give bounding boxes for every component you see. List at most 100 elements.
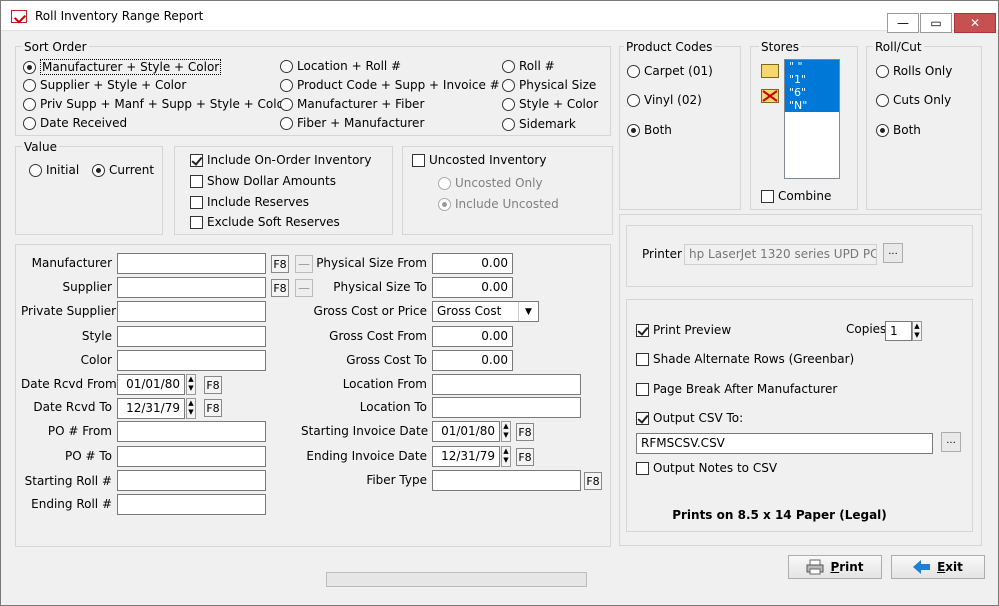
gross-cost-or-price-select[interactable]: Gross Cost ▼ [432, 301, 539, 322]
sort-option-supplier-style-color[interactable]: Supplier + Style + Color [23, 78, 186, 92]
ending-invoice-date-spinner[interactable]: ▲ ▼ [501, 446, 511, 467]
sort-option-roll[interactable]: Roll # [502, 59, 555, 73]
sort-option-priv-supp[interactable]: Priv Supp + Manf + Supp + Style + Color [23, 97, 289, 111]
store-item[interactable]: "1" [785, 73, 839, 86]
ending-invoice-date-calendar-button[interactable]: F8 [516, 448, 534, 466]
output-csv-checkbox[interactable]: Output CSV To: [636, 411, 743, 425]
sort-option-fiber-manufacturer[interactable]: Fiber + Manufacturer [280, 116, 424, 130]
checkbox-icon [190, 215, 203, 229]
location-from-input[interactable] [432, 374, 581, 395]
physical-size-to-label: Physical Size To [333, 280, 427, 294]
value-initial[interactable]: Initial [29, 163, 79, 177]
sort-option-label: Product Code + Supp + Invoice # [297, 78, 500, 92]
product-code-carpet[interactable]: Carpet (01) [627, 64, 713, 78]
sort-option-label: Roll # [519, 59, 555, 73]
checkbox-checked-icon [190, 153, 203, 167]
page-break-checkbox[interactable]: Page Break After Manufacturer [636, 382, 837, 396]
date-rcvd-to-calendar-button[interactable]: F8 [204, 399, 222, 417]
print-button[interactable]: Print [788, 555, 882, 579]
manufacturer-input[interactable] [117, 253, 266, 274]
sort-option-date-received[interactable]: Date Received [23, 116, 127, 130]
roll-cut-both[interactable]: Both [876, 123, 921, 137]
uncosted-option-label: Include Uncosted [455, 197, 559, 211]
printer-browse-button[interactable]: ... [883, 243, 903, 263]
gross-cost-to-input[interactable]: 0.00 [432, 350, 513, 371]
value-current[interactable]: Current [92, 163, 154, 177]
sort-option-manufacturer-fiber[interactable]: Manufacturer + Fiber [280, 97, 424, 111]
maximize-button[interactable]: ▭ [920, 13, 952, 33]
minimize-button[interactable]: — [887, 13, 919, 33]
app-logo-icon [11, 10, 27, 23]
fiber-type-label: Fiber Type [366, 473, 427, 487]
sort-option-product-code[interactable]: Product Code + Supp + Invoice # [280, 78, 500, 92]
shade-rows-checkbox[interactable]: Shade Alternate Rows (Greenbar) [636, 352, 854, 366]
uncosted-inventory-checkbox[interactable]: Uncosted Inventory [412, 153, 546, 167]
ending-invoice-date-input[interactable]: 12/31/79 [432, 446, 500, 467]
sort-option-sidemark[interactable]: Sidemark [502, 117, 576, 131]
output-notes-checkbox[interactable]: Output Notes to CSV [636, 461, 777, 475]
supplier-lookup-button[interactable]: F8 [271, 279, 289, 297]
roll-cut-rolls-only[interactable]: Rolls Only [876, 64, 952, 78]
po-to-input[interactable] [117, 446, 266, 467]
sort-option-physical-size[interactable]: Physical Size [502, 78, 596, 92]
date-rcvd-from-calendar-button[interactable]: F8 [204, 376, 222, 394]
csv-path-input[interactable]: RFMSCSV.CSV [636, 433, 933, 454]
combine-checkbox[interactable]: Combine [761, 189, 831, 203]
include-reserves-checkbox[interactable]: Include Reserves [190, 195, 309, 209]
roll-cut-cuts-only[interactable]: Cuts Only [876, 93, 951, 107]
checkbox-icon [636, 352, 649, 366]
copies-spinner[interactable]: ▲ ▼ [912, 321, 922, 341]
product-code-vinyl[interactable]: Vinyl (02) [627, 93, 702, 107]
include-on-order-checkbox[interactable]: Include On-Order Inventory [190, 153, 371, 167]
include-uncosted-radio[interactable]: Include Uncosted [438, 197, 559, 211]
color-input[interactable] [117, 350, 266, 371]
supplier-input[interactable] [117, 277, 266, 298]
product-code-both[interactable]: Both [627, 123, 672, 137]
starting-invoice-date-label: Starting Invoice Date [301, 424, 429, 438]
date-rcvd-to-spinner[interactable]: ▲ ▼ [186, 398, 196, 419]
physical-size-to-input[interactable]: 0.00 [432, 277, 513, 298]
checkbox-icon [412, 153, 425, 167]
fiber-type-lookup-button[interactable]: F8 [584, 472, 602, 490]
date-rcvd-from-spinner[interactable]: ▲ ▼ [186, 374, 196, 395]
private-supplier-input[interactable] [117, 301, 266, 322]
starting-invoice-date-calendar-button[interactable]: F8 [516, 423, 534, 441]
starting-roll-input[interactable] [117, 470, 266, 491]
radio-selected-icon [627, 123, 640, 137]
location-to-input[interactable] [432, 397, 581, 418]
csv-browse-button[interactable]: ... [941, 432, 961, 452]
sort-option-label: Manufacturer + Fiber [297, 97, 425, 111]
style-input[interactable] [117, 326, 266, 347]
store-item[interactable]: "6" [785, 86, 839, 99]
include-option-label: Show Dollar Amounts [207, 174, 336, 188]
show-dollar-amounts-checkbox[interactable]: Show Dollar Amounts [190, 174, 336, 188]
close-button[interactable]: ✕ [954, 13, 996, 33]
po-from-input[interactable] [117, 421, 266, 442]
date-rcvd-from-input[interactable]: 01/01/80 [117, 374, 185, 395]
copies-input[interactable]: 1 [885, 321, 912, 341]
printer-input[interactable]: hp LaserJet 1320 series UPD PCL 5 [684, 244, 877, 265]
stores-listbox[interactable]: " " "1" "6" "N" [784, 59, 840, 179]
manufacturer-lookup-button[interactable]: F8 [271, 255, 289, 273]
sort-option-style-color[interactable]: Style + Color [502, 97, 598, 111]
fiber-type-input[interactable] [432, 470, 581, 491]
select-all-stores-icon[interactable] [761, 64, 779, 78]
sort-option-location-roll[interactable]: Location + Roll # [280, 59, 401, 73]
store-item[interactable]: "N" [785, 99, 839, 112]
value-group: Value [15, 140, 163, 235]
store-item[interactable]: " " [785, 60, 839, 73]
radio-icon [29, 163, 42, 177]
print-preview-checkbox[interactable]: Print Preview [636, 323, 731, 337]
starting-roll-label: Starting Roll # [24, 474, 112, 488]
physical-size-from-input[interactable]: 0.00 [432, 253, 513, 274]
date-rcvd-to-input[interactable]: 12/31/79 [117, 398, 185, 419]
uncosted-only-radio[interactable]: Uncosted Only [438, 176, 543, 190]
clear-stores-icon[interactable] [761, 89, 779, 103]
exit-button[interactable]: Exit [891, 555, 985, 579]
sort-option-manufacturer-style-color[interactable]: Manufacturer + Style + Color [23, 59, 222, 75]
starting-invoice-date-spinner[interactable]: ▲ ▼ [501, 421, 511, 442]
ending-roll-input[interactable] [117, 494, 266, 515]
exclude-soft-reserves-checkbox[interactable]: Exclude Soft Reserves [190, 215, 340, 229]
starting-invoice-date-input[interactable]: 01/01/80 [432, 421, 500, 442]
gross-cost-from-input[interactable]: 0.00 [432, 326, 513, 347]
